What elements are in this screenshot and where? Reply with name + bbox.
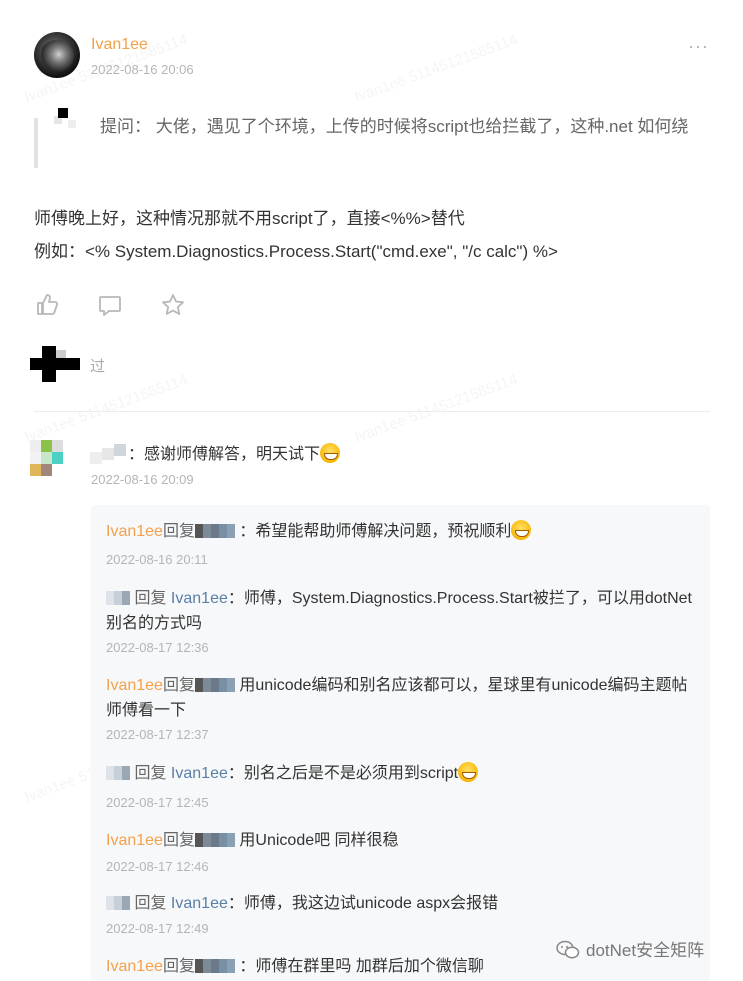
reply-author-masked[interactable] xyxy=(106,588,130,605)
reply-item: 回复 Ivan1ee：别名之后是不是必须用到script xyxy=(106,761,696,786)
reply-text: ：师傅，我这边试unicode aspx会报错 xyxy=(227,895,499,912)
quote-bar xyxy=(34,118,38,168)
reply-author-masked[interactable] xyxy=(106,763,130,780)
reply-time: 2022-08-17 12:46 xyxy=(106,859,209,874)
comment-text: ：感谢师傅解答，明天试下 xyxy=(128,440,341,464)
reply-word: 回复 xyxy=(134,590,167,607)
post-time: 2022-08-16 20:06 xyxy=(91,62,194,77)
reply-word: 回复 xyxy=(162,832,195,849)
post-author[interactable]: Ivan1ee xyxy=(91,36,148,54)
reply-text: 用Unicode吧 同样很稳 xyxy=(239,832,399,849)
reply-author[interactable]: Ivan1ee xyxy=(106,832,163,849)
reply-target-masked[interactable] xyxy=(194,956,235,973)
reply-target[interactable]: Ivan1ee xyxy=(171,590,228,607)
reply-time: 2022-08-17 12:36 xyxy=(106,640,209,655)
watermark: Ivan1ee 51145121585114 xyxy=(22,371,190,446)
star-icon[interactable] xyxy=(160,292,186,318)
commenter-avatar[interactable] xyxy=(30,440,70,480)
liked-users-avatar xyxy=(30,346,80,382)
grin-emoji-icon xyxy=(511,520,532,540)
reply-word: 回复 xyxy=(162,523,195,540)
post-body-line: 例如：<% System.Diagnostics.Process.Start("… xyxy=(34,242,558,261)
reply-target-masked[interactable] xyxy=(194,830,235,847)
reply-item: Ivan1ee回复 用unicode编码和别名应该都可以，星球里有unicode… xyxy=(106,673,696,723)
reply-target[interactable]: Ivan1ee xyxy=(171,765,228,782)
reply-target[interactable]: Ivan1ee xyxy=(171,895,228,912)
reply-item: Ivan1ee回复 用Unicode吧 同样很稳 xyxy=(106,828,696,853)
reply-item: Ivan1ee回复 ：希望能帮助师傅解决问题，预祝顺利 xyxy=(106,519,696,544)
grin-emoji-icon xyxy=(320,443,341,463)
reply-text: ：别名之后是不是必须用到script xyxy=(227,765,459,782)
divider xyxy=(34,411,710,412)
liked-label: 过 xyxy=(90,358,106,375)
brand-watermark: dotNet安全矩阵 xyxy=(556,936,704,961)
post-body-line: 师傅晚上好，这种情况那就不用script了，直接<%%>替代 xyxy=(34,209,465,228)
reply-author-masked[interactable] xyxy=(106,893,130,910)
post-body: 师傅晚上好，这种情况那就不用script了，直接<%%>替代 例如：<% Sys… xyxy=(34,202,558,268)
reply-author[interactable]: Ivan1ee xyxy=(106,523,163,540)
reply-target-masked[interactable] xyxy=(194,521,235,538)
reply-time: 2022-08-17 12:37 xyxy=(106,727,209,742)
reply-item: 回复 Ivan1ee：师傅，System.Diagnostics.Process… xyxy=(106,586,696,636)
more-menu-icon[interactable]: ··· xyxy=(688,36,709,57)
author-avatar[interactable] xyxy=(34,32,80,78)
reply-text: ：希望能帮助师傅解决问题，预祝顺利 xyxy=(239,523,512,540)
reply-time: 2022-08-17 12:49 xyxy=(106,921,209,936)
wechat-icon xyxy=(556,940,580,960)
reply-time: 2022-08-16 20:11 xyxy=(106,552,208,567)
comment-icon[interactable] xyxy=(97,292,123,318)
reply-word: 回复 xyxy=(162,677,195,694)
comment-time: 2022-08-16 20:09 xyxy=(91,472,194,487)
reply-time: 2022-08-17 12:45 xyxy=(106,795,209,810)
reply-author[interactable]: Ivan1ee xyxy=(106,677,163,694)
watermark: Ivan1ee 51145121585114 xyxy=(352,31,520,106)
reply-list: Ivan1ee回复 ：希望能帮助师傅解决问题，预祝顺利 2022-08-16 20… xyxy=(91,505,710,981)
reply-item: 回复 Ivan1ee：师傅，我这边试unicode aspx会报错 xyxy=(106,891,696,916)
comment-text-content: ：感谢师傅解答，明天试下 xyxy=(128,446,321,463)
quote-text: 提问： 大佬，遇见了个环境，上传的时候将script也给拦截了，这种.net 如… xyxy=(100,117,689,136)
reply-text: ：师傅在群里吗 加群后加个微信聊 xyxy=(239,958,484,975)
brand-text: dotNet安全矩阵 xyxy=(586,941,705,960)
commenter-name[interactable] xyxy=(90,440,130,464)
reply-word: 回复 xyxy=(162,958,195,975)
sweat-emoji-icon xyxy=(458,762,479,782)
reply-word: 回复 xyxy=(134,765,167,782)
reply-author[interactable]: Ivan1ee xyxy=(106,958,163,975)
reply-word: 回复 xyxy=(134,895,167,912)
watermark: Ivan1ee 51145121585114 xyxy=(352,371,520,446)
like-icon[interactable] xyxy=(35,292,61,318)
reply-target-masked[interactable] xyxy=(194,675,235,692)
